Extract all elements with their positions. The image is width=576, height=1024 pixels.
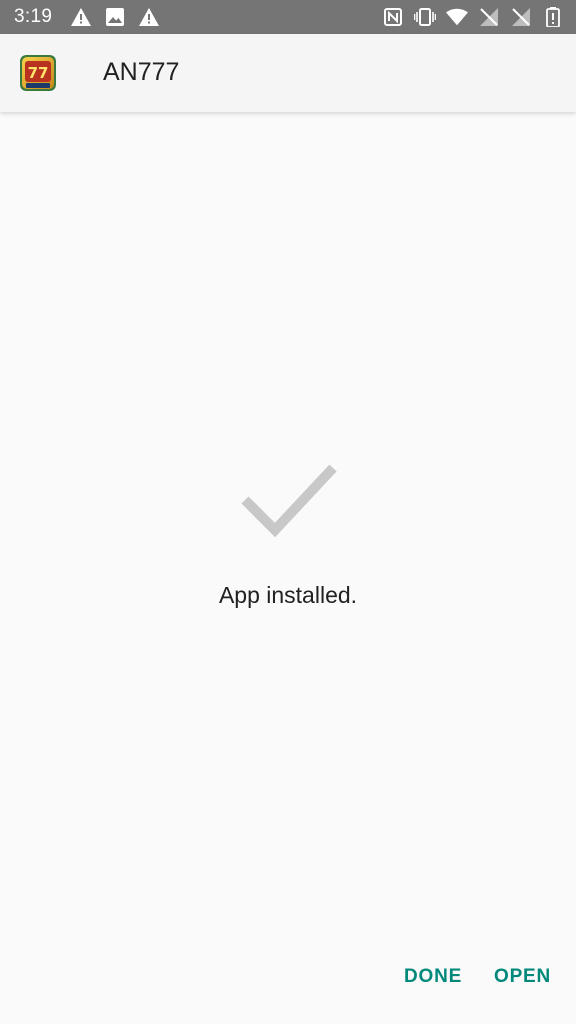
open-button[interactable]: OPEN: [494, 966, 551, 988]
signal-no-sim-icon: [510, 6, 532, 28]
an777-app-icon: 77: [20, 55, 56, 91]
signal-no-sim-icon: [478, 6, 500, 28]
status-time: 3:19: [14, 6, 53, 27]
app-title: AN777: [103, 58, 180, 86]
vibrate-icon: [414, 6, 436, 28]
check-icon: [241, 464, 337, 538]
alert-icon: [138, 6, 160, 28]
nfc-icon: [382, 6, 404, 28]
notification-icons: [70, 6, 160, 28]
image-icon: [104, 6, 126, 28]
alert-icon: [70, 6, 92, 28]
app-bar: 77 AN777: [0, 34, 576, 112]
battery-icon: [542, 6, 564, 28]
done-button[interactable]: DONE: [404, 966, 462, 988]
status-bar: 3:19: [0, 0, 576, 34]
system-icons: [382, 6, 564, 28]
svg-text:77: 77: [28, 64, 49, 82]
install-status-message: App installed.: [218, 582, 358, 608]
wifi-icon: [446, 6, 468, 28]
